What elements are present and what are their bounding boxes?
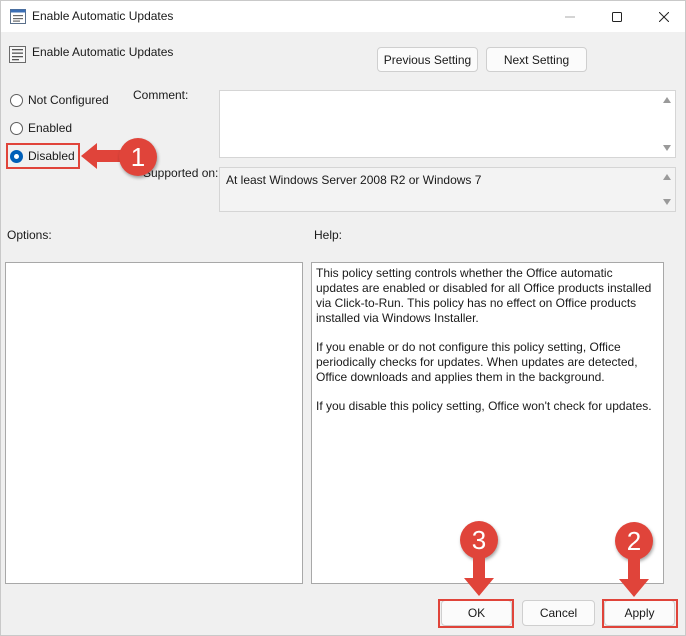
supported-on-label: Supported on: (143, 166, 219, 180)
policy-dialog: Enable Automatic Updates Enable Automati… (0, 0, 686, 636)
options-label: Options: (7, 228, 52, 242)
ok-button[interactable]: OK (441, 600, 512, 626)
minimize-icon (565, 16, 575, 17)
scroll-up-icon[interactable] (663, 97, 671, 103)
radio-button[interactable] (10, 121, 23, 135)
next-setting-button[interactable]: Next Setting (486, 47, 587, 72)
window-title: Enable Automatic Updates (32, 9, 174, 23)
comment-scrollbar[interactable] (659, 91, 675, 157)
maximize-icon (612, 11, 622, 22)
down-arrow-icon (464, 558, 494, 596)
policy-setting-icon (9, 46, 26, 63)
supported-scrollbar[interactable] (659, 168, 675, 211)
close-icon (659, 11, 669, 22)
supported-on-field: At least Windows Server 2008 R2 or Windo… (219, 167, 676, 212)
close-button[interactable] (641, 1, 686, 32)
scroll-up-icon[interactable] (663, 174, 671, 180)
step-badge-1: 1 (119, 138, 157, 176)
options-pane (5, 262, 303, 584)
radio-label: Disabled (28, 149, 75, 163)
radio-not-configured[interactable]: Not Configured (10, 90, 109, 110)
help-paragraph: If you enable or do not configure this p… (316, 340, 638, 384)
comment-label: Comment: (133, 88, 189, 102)
setting-name: Enable Automatic Updates (32, 45, 174, 59)
down-arrow-icon (619, 559, 649, 597)
cancel-button[interactable]: Cancel (522, 600, 595, 626)
title-bar: Enable Automatic Updates (1, 1, 685, 32)
policy-icon (10, 9, 26, 24)
step-badge-3: 3 (460, 521, 498, 559)
left-arrow-icon (81, 143, 121, 169)
help-label: Help: (314, 228, 343, 242)
radio-disabled[interactable]: Disabled (10, 146, 75, 166)
radio-label: Not Configured (28, 93, 109, 107)
step-badge-2: 2 (615, 522, 653, 560)
help-paragraph: If you disable this policy setting, Offi… (316, 399, 652, 413)
scroll-down-icon[interactable] (663, 199, 671, 205)
maximize-button[interactable] (594, 1, 640, 32)
radio-enabled[interactable]: Enabled (10, 118, 72, 138)
apply-button[interactable]: Apply (604, 600, 675, 626)
radio-button[interactable] (10, 93, 23, 107)
previous-setting-button[interactable]: Previous Setting (377, 47, 478, 72)
radio-label: Enabled (28, 121, 73, 135)
radio-button-selected[interactable] (10, 149, 23, 163)
minimize-button[interactable] (547, 1, 593, 32)
supported-on-value: At least Windows Server 2008 R2 or Windo… (226, 173, 482, 187)
scroll-down-icon[interactable] (663, 145, 671, 151)
help-paragraph: This policy setting controls whether the… (316, 266, 652, 325)
comment-input[interactable] (219, 90, 676, 158)
